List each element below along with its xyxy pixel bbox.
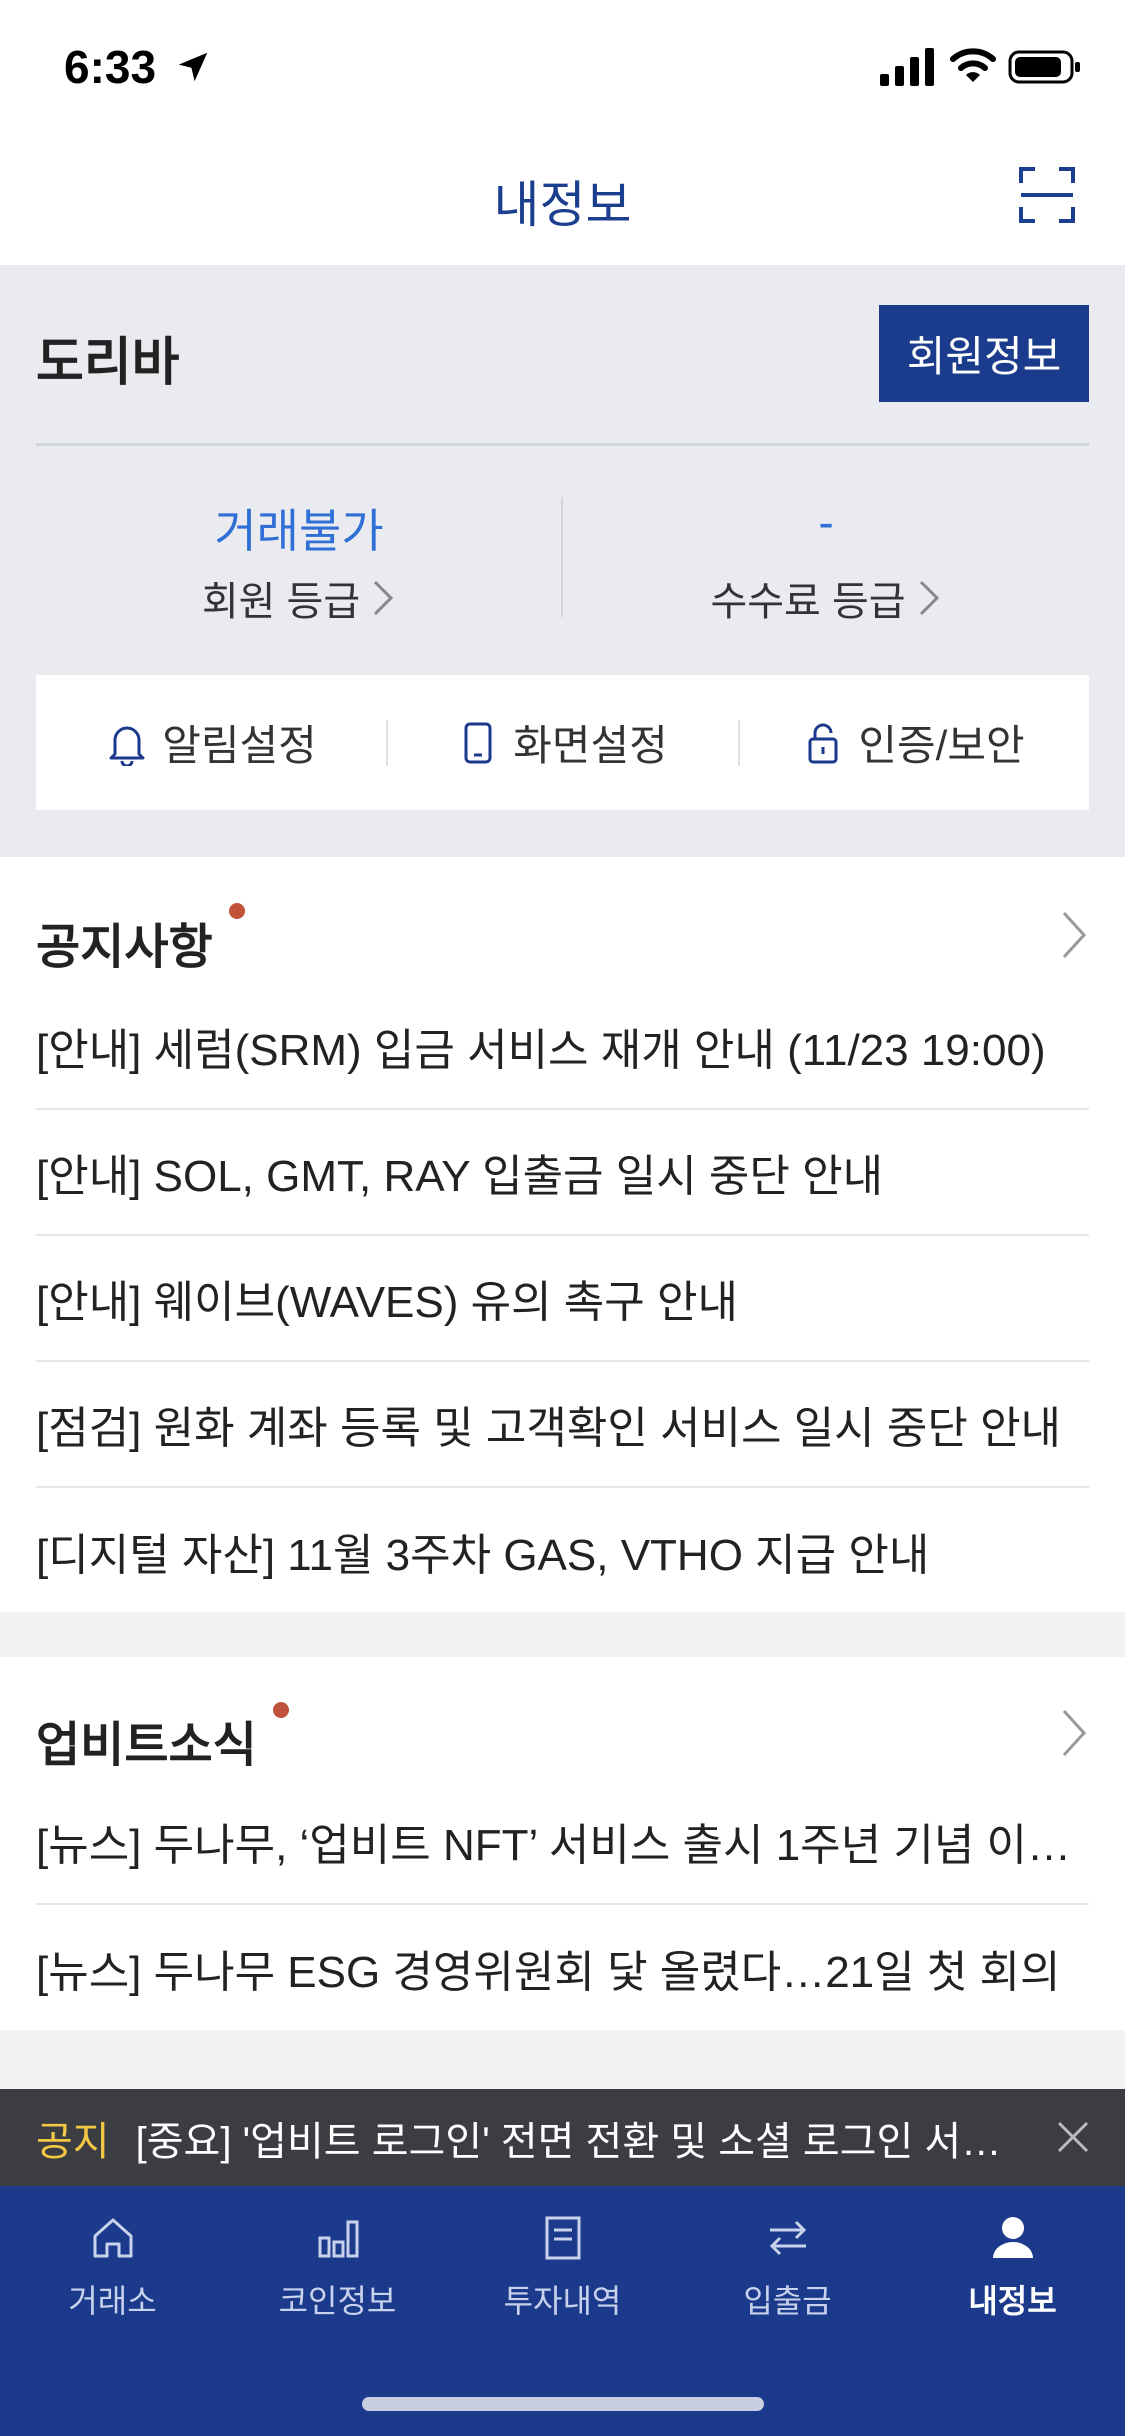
notice-item[interactable]: [디지털 자산] 11월 3주차 GAS, VTHO 지급 안내 — [36, 1488, 1089, 1614]
chevron-right-icon[interactable] — [1059, 1707, 1089, 1759]
notice-item[interactable]: [안내] SOL, GMT, RAY 입출금 일시 중단 안내 — [36, 1110, 1089, 1236]
new-badge-dot — [273, 1702, 289, 1718]
upbit-news-title[interactable]: 업비트소식 — [36, 1705, 257, 1775]
tab-coin-info[interactable]: 코인정보 — [225, 2212, 450, 2322]
notice-banner[interactable]: 공지 [중요] '업비트 로그인' 전면 전환 및 소셜 로그인 서비스 종료 … — [0, 2089, 1125, 2186]
fee-grade-label: 수수료 등급 — [710, 580, 906, 624]
username: 도리바 — [36, 334, 180, 392]
section-gap — [0, 2030, 1125, 2089]
battery-icon — [1008, 50, 1080, 84]
status-bar: 6:33 — [0, 0, 1125, 135]
bar-chart-icon — [318, 2220, 358, 2258]
qr-scan-icon[interactable] — [1017, 165, 1077, 225]
wifi-icon — [950, 48, 996, 82]
phone-icon — [464, 722, 492, 763]
member-info-button[interactable]: 회원정보 — [879, 305, 1089, 402]
chevron-right-icon — [919, 580, 939, 616]
divider — [36, 443, 1089, 446]
banner-text: [중요] '업비트 로그인' 전면 전환 및 소셜 로그인 서비스 종료 안내 — [135, 2119, 1036, 2164]
notices-title[interactable]: 공지사항 — [36, 907, 213, 977]
tab-deposit-withdraw[interactable]: 입출금 — [675, 2212, 900, 2322]
security-settings-button[interactable]: 인증/보안 — [738, 675, 1089, 810]
chevron-right-icon[interactable] — [1059, 909, 1089, 961]
lock-icon — [808, 723, 838, 763]
notice-item[interactable]: [점검] 원화 계좌 등록 및 고객확인 서비스 일시 중단 안내 — [36, 1362, 1089, 1488]
security-settings-label: 인증/보안 — [858, 722, 1025, 769]
location-arrow-icon — [178, 52, 208, 82]
alarm-settings-label: 알림설정 — [162, 722, 317, 769]
person-icon — [992, 2217, 1033, 2258]
notice-item[interactable]: [안내] 웨이브(WAVES) 유의 촉구 안내 — [36, 1236, 1089, 1362]
profile-section: 도리바 회원정보 거래불가 회원 등급 - 수수료 등급 알림설정 화면설정 인… — [0, 265, 1125, 857]
news-item[interactable]: [뉴스] 두나무, ‘업비트 NFT’ 서비스 출시 1주년 기념 이벤트 — [36, 1779, 1089, 1905]
new-badge-dot — [229, 903, 245, 919]
settings-bar: 알림설정 화면설정 인증/보안 — [36, 675, 1089, 810]
section-gap — [0, 1612, 1125, 1657]
bell-icon — [109, 726, 145, 766]
banner-tag: 공지 — [36, 2119, 110, 2164]
close-icon[interactable] — [1055, 2119, 1091, 2155]
home-indicator — [362, 2397, 764, 2411]
news-item[interactable]: [뉴스] 두나무 ESG 경영위원회 닻 올렸다…21일 첫 회의 — [36, 1905, 1089, 2031]
member-grade-value: 거래불가 — [214, 505, 384, 557]
fee-grade[interactable]: - 수수료 등급 — [563, 495, 1089, 627]
member-grade[interactable]: 거래불가 회원 등급 — [36, 495, 562, 627]
member-grade-label-row: 회원 등급 — [202, 569, 396, 627]
document-icon — [545, 2216, 580, 2260]
member-grade-label: 회원 등급 — [201, 580, 361, 624]
status-time: 6:33 — [64, 41, 157, 93]
tab-exchange[interactable]: 거래소 — [0, 2212, 225, 2322]
upbit-news-section: 업비트소식 [뉴스] 두나무, ‘업비트 NFT’ 서비스 출시 1주년 기념 … — [0, 1657, 1125, 2030]
page-title: 내정보 — [493, 177, 632, 233]
transfer-icon — [769, 2220, 806, 2256]
display-settings-button[interactable]: 화면설정 — [387, 675, 738, 810]
cellular-signal-icon — [880, 48, 934, 86]
fee-grade-value: - — [818, 496, 834, 548]
notices-section: 공지사항 [안내] 세럼(SRM) 입금 서비스 재개 안내 (11/23 19… — [0, 857, 1125, 1612]
display-settings-label: 화면설정 — [513, 722, 668, 769]
fee-grade-label-row: 수수료 등급 — [710, 569, 941, 627]
notice-item[interactable]: [안내] 세럼(SRM) 입금 서비스 재개 안내 (11/23 19:00) — [36, 984, 1089, 1110]
tab-investment-history[interactable]: 투자내역 — [450, 2212, 675, 2322]
alarm-settings-button[interactable]: 알림설정 — [36, 675, 387, 810]
tab-my-info[interactable]: 내정보 — [900, 2212, 1125, 2322]
top-header: 내정보 — [0, 135, 1125, 265]
home-icon — [93, 2218, 132, 2258]
chevron-right-icon — [374, 580, 394, 616]
